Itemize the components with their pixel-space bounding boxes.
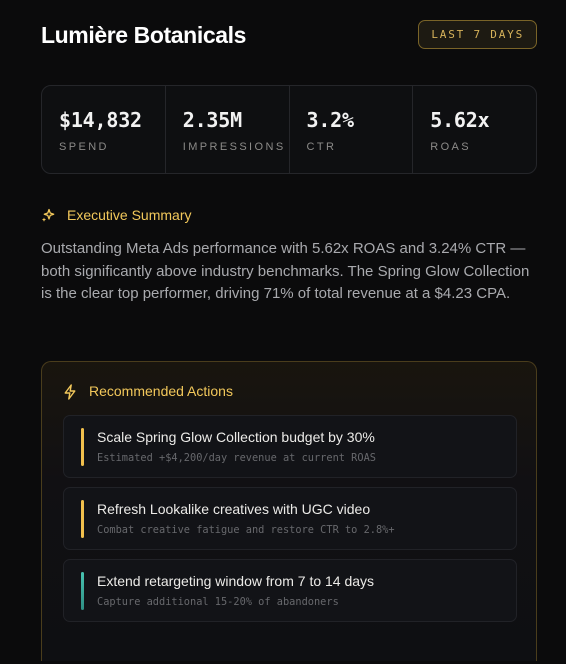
- accent-bar: [81, 572, 84, 610]
- recommended-actions-title: Recommended Actions: [89, 383, 233, 399]
- recommended-actions-heading: Recommended Actions: [63, 383, 233, 400]
- accent-bar: [81, 500, 84, 538]
- header: Lumière Botanicals LAST 7 DAYS: [41, 20, 537, 52]
- executive-summary-text: Outstanding Meta Ads performance with 5.…: [41, 240, 530, 303]
- date-range-badge[interactable]: LAST 7 DAYS: [418, 20, 537, 49]
- recommended-actions-card: Recommended Actions Scale Spring Glow Co…: [41, 361, 537, 661]
- metrics-panel: $14,832 SPEND 2.35M IMPRESSIONS 3.2% CTR…: [41, 85, 537, 174]
- metric-value: 2.35M: [182, 108, 242, 132]
- metric-value: 3.2%: [306, 108, 355, 132]
- metric-roas: 5.62x ROAS: [413, 86, 536, 173]
- metric-label: CTR: [306, 141, 337, 153]
- action-subtitle: Estimated +$4,200/day revenue at current…: [97, 452, 376, 464]
- executive-summary-title: Executive Summary: [67, 207, 192, 223]
- action-subtitle: Combat creative fatigue and restore CTR …: [97, 524, 395, 536]
- accent-bar: [81, 428, 84, 466]
- metric-spend: $14,832 SPEND: [42, 86, 166, 173]
- metric-ctr: 3.2% CTR: [290, 86, 414, 173]
- metric-value: $14,832: [59, 108, 142, 132]
- action-title: Extend retargeting window from 7 to 14 d…: [97, 573, 375, 589]
- metric-label: IMPRESSIONS: [182, 141, 286, 153]
- metric-impressions: 2.35M IMPRESSIONS: [166, 86, 290, 173]
- metric-label: ROAS: [430, 141, 472, 153]
- action-title: Scale Spring Glow Collection budget by 3…: [97, 429, 375, 445]
- dashboard-page: Lumière Botanicals LAST 7 DAYS $14,832 S…: [0, 0, 566, 664]
- brand-title: Lumière Botanicals: [41, 22, 246, 48]
- action-item-extend-retargeting[interactable]: Extend retargeting window from 7 to 14 d…: [63, 559, 517, 622]
- metric-label: SPEND: [59, 141, 109, 153]
- action-item-scale-budget[interactable]: Scale Spring Glow Collection budget by 3…: [63, 415, 517, 478]
- lightning-bolt-icon: [63, 384, 77, 400]
- action-subtitle: Capture additional 15-20% of abandoners: [97, 596, 339, 608]
- sparkles-icon: [41, 208, 55, 222]
- action-item-refresh-creatives[interactable]: Refresh Lookalike creatives with UGC vid…: [63, 487, 517, 550]
- executive-summary-heading: Executive Summary: [41, 207, 191, 223]
- action-title: Refresh Lookalike creatives with UGC vid…: [97, 501, 371, 517]
- metric-value: 5.62x: [430, 108, 490, 132]
